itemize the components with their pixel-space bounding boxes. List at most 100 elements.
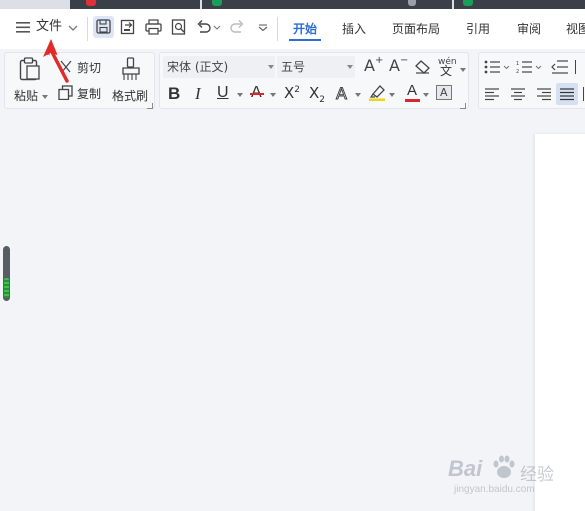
paw-icon bbox=[493, 455, 515, 478]
tab-insert[interactable]: 插入 bbox=[342, 21, 366, 37]
print-icon[interactable] bbox=[145, 19, 162, 35]
chevron-down-icon bbox=[423, 93, 429, 97]
dialog-launcher-icon[interactable] bbox=[147, 103, 153, 109]
font-size-select[interactable]: 五号 bbox=[277, 56, 355, 78]
watermark-url: jingyan.baidu.com bbox=[454, 484, 535, 495]
copy-label: 复制 bbox=[77, 87, 102, 101]
undo-dropdown-icon[interactable] bbox=[213, 25, 221, 30]
watermark-suffix: 经验 bbox=[520, 465, 554, 485]
chevron-down-icon bbox=[389, 93, 395, 97]
grow-font-button[interactable]: A + bbox=[364, 55, 383, 77]
phonetic-guide-button[interactable]: wén 文 bbox=[438, 56, 466, 78]
menu-divider bbox=[277, 17, 278, 41]
minus-icon: − bbox=[400, 55, 409, 66]
underline-icon: U bbox=[217, 84, 229, 101]
copy-icon bbox=[58, 85, 73, 100]
tab-review[interactable]: 审阅 bbox=[517, 21, 541, 37]
clipboard-group: 粘贴 剪切 复制 格式刷 bbox=[4, 52, 155, 109]
subscript-button[interactable]: X2 bbox=[309, 83, 329, 105]
justify-button[interactable] bbox=[556, 83, 578, 105]
customize-toolbar-icon[interactable] bbox=[258, 24, 268, 31]
chevron-down-icon bbox=[237, 93, 243, 97]
cut-label: 剪切 bbox=[77, 61, 102, 75]
redo-icon[interactable] bbox=[230, 19, 245, 34]
highlight-button[interactable] bbox=[368, 83, 398, 105]
shrink-font-button[interactable]: A − bbox=[389, 55, 408, 77]
menu-bar: 文件 开始 插入 页面布局 引用 审阅 视图 bbox=[0, 9, 585, 49]
grow-font-icon: A bbox=[364, 56, 375, 75]
undo-icon[interactable] bbox=[196, 19, 211, 34]
superscript-icon: X2 bbox=[284, 84, 301, 102]
wps-sheet-icon bbox=[212, 0, 222, 6]
italic-icon[interactable]: I bbox=[195, 84, 201, 104]
align-left-icon[interactable] bbox=[484, 88, 500, 101]
file-menu-label: 文件 bbox=[36, 19, 63, 34]
align-right-icon[interactable] bbox=[536, 88, 552, 101]
font-color-icon: A bbox=[407, 82, 418, 99]
menu-divider bbox=[87, 17, 88, 41]
hamburger-icon bbox=[16, 22, 30, 33]
active-tab-indicator bbox=[289, 39, 321, 41]
scroll-grip bbox=[4, 278, 9, 298]
font-size-value: 五号 bbox=[281, 60, 306, 74]
paste-label: 粘贴 bbox=[14, 89, 39, 103]
copy-button[interactable]: 复制 bbox=[55, 83, 107, 103]
text-effect-icon: A bbox=[336, 84, 348, 104]
numbered-list-icon[interactable]: 1 2 bbox=[516, 60, 542, 74]
font-color-button[interactable]: A bbox=[404, 82, 430, 105]
strike-line bbox=[250, 93, 264, 95]
highlighter-icon bbox=[369, 85, 385, 101]
paste-dropdown-icon[interactable] bbox=[42, 95, 48, 99]
decrease-indent-icon[interactable] bbox=[551, 60, 569, 74]
phonetic-icon: 文 bbox=[440, 64, 453, 78]
tab-close-icon[interactable] bbox=[408, 0, 416, 6]
file-menu-button[interactable]: 文件 bbox=[6, 14, 82, 40]
plus-icon: + bbox=[375, 55, 384, 66]
tab-references[interactable]: 引用 bbox=[466, 21, 490, 37]
superscript-button[interactable]: X2 bbox=[284, 83, 304, 105]
chevron-down-icon bbox=[68, 25, 78, 31]
save-icon bbox=[96, 19, 111, 34]
paragraph-group: 1 2 bbox=[478, 52, 585, 109]
document-tab[interactable] bbox=[454, 0, 585, 9]
chevron-down-icon bbox=[268, 65, 274, 69]
justify-icon bbox=[560, 88, 574, 101]
svg-text:1: 1 bbox=[516, 61, 519, 67]
font-group: 宋体 (正文) 五号 A + A − wén 文 B I U X2 X2 A A… bbox=[159, 52, 469, 109]
format-painter-button[interactable]: 格式刷 bbox=[109, 55, 153, 105]
text-effect-button[interactable]: A bbox=[336, 83, 362, 105]
subscript-icon: X2 bbox=[309, 84, 326, 105]
underline-button[interactable]: U bbox=[217, 83, 243, 105]
tab-label: 开始 bbox=[293, 22, 318, 36]
tab-view[interactable]: 视图 bbox=[566, 21, 585, 37]
annotation-arrow-icon bbox=[43, 39, 69, 83]
font-family-select[interactable]: 宋体 (正文) bbox=[163, 56, 275, 78]
chevron-down-icon bbox=[355, 93, 361, 97]
clear-format-icon[interactable] bbox=[414, 59, 431, 74]
shading-icon: A bbox=[440, 86, 448, 99]
dialog-launcher-icon[interactable] bbox=[460, 103, 466, 109]
format-painter-icon bbox=[122, 57, 140, 80]
tab-home[interactable]: 开始 bbox=[285, 17, 325, 43]
align-center-icon[interactable] bbox=[510, 88, 526, 101]
window-tab-strip bbox=[0, 0, 585, 9]
save-button[interactable] bbox=[93, 16, 114, 38]
font-family-value: 宋体 (正文) bbox=[167, 60, 229, 74]
wps-sheet-icon bbox=[463, 0, 473, 6]
baidu-jingyan-watermark: Bai 经验 jingyan.baidu.com bbox=[448, 452, 585, 502]
bold-icon[interactable]: B bbox=[168, 84, 180, 104]
format-painter-label: 格式刷 bbox=[112, 89, 149, 103]
chevron-down-icon bbox=[460, 68, 466, 72]
ribbon-toolbar: 粘贴 剪切 复制 格式刷 宋体 (正文) 五号 A + A − wén 文 B … bbox=[0, 49, 585, 115]
chevron-down-icon bbox=[270, 93, 276, 97]
font-color-swatch bbox=[405, 99, 420, 102]
paste-icon bbox=[19, 57, 40, 81]
increase-indent-icon[interactable] bbox=[575, 60, 579, 74]
print-preview-icon[interactable] bbox=[171, 19, 187, 35]
strikethrough-button[interactable]: A bbox=[250, 83, 276, 105]
bullet-list-icon[interactable] bbox=[484, 60, 510, 74]
vertical-scroll-handle[interactable] bbox=[3, 246, 10, 301]
tab-page-layout[interactable]: 页面布局 bbox=[392, 21, 440, 37]
character-shading-button[interactable]: A bbox=[436, 85, 452, 100]
export-pdf-icon[interactable] bbox=[120, 19, 136, 35]
